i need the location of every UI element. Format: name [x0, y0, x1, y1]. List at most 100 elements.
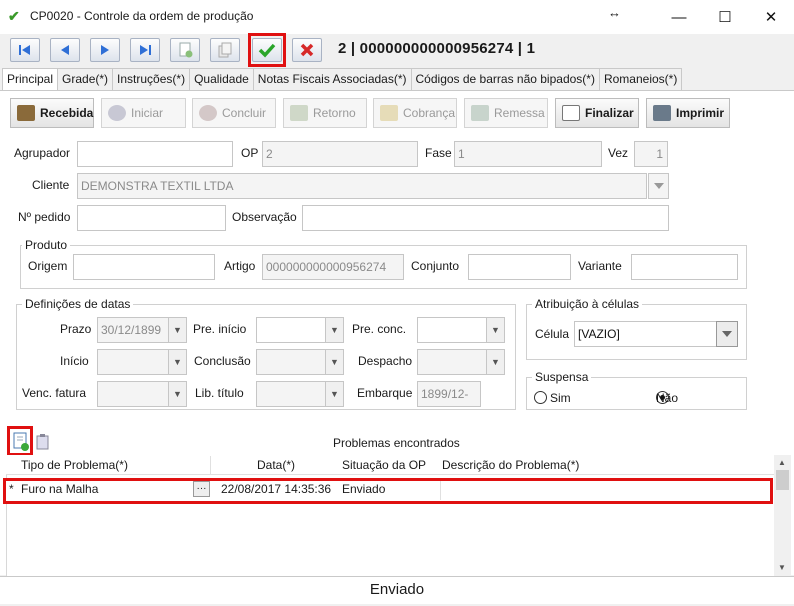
new-record-button[interactable] [170, 38, 200, 62]
celula-combo[interactable]: [VAZIO] [574, 321, 717, 347]
printer-icon [653, 105, 671, 121]
suspensa-group-title: Suspensa [532, 370, 592, 384]
fase-label: Fase [425, 146, 452, 160]
remessa-button[interactable]: Remessa [464, 98, 548, 128]
scroll-up-icon[interactable]: ▲ [778, 458, 786, 467]
variante-field[interactable] [631, 254, 738, 280]
tab-qualidade[interactable]: Qualidade [189, 68, 254, 90]
first-record-button[interactable] [10, 38, 40, 62]
finalizar-label: Finalizar [585, 106, 634, 120]
op-field[interactable]: 2 [262, 141, 418, 167]
add-problem-button[interactable] [12, 432, 30, 452]
scroll-thumb[interactable] [776, 470, 789, 490]
tipo-lookup-button[interactable]: ··· [193, 481, 210, 497]
pedido-field[interactable] [77, 205, 226, 231]
datas-group-title: Definições de datas [22, 297, 134, 311]
pre-conc-label: Pre. conc. [352, 322, 407, 336]
lib-titulo-date[interactable]: ▼ [256, 381, 344, 407]
add-document-icon [13, 432, 29, 451]
prazo-label: Prazo [60, 322, 92, 336]
suspensa-sim-radio[interactable] [534, 391, 547, 404]
col-tipo-problema[interactable]: Tipo de Problema(*) [21, 458, 128, 472]
remessa-label: Remessa [494, 106, 545, 120]
tab-instrucoes[interactable]: Instruções(*) [112, 68, 191, 90]
celula-dropdown-button[interactable] [716, 321, 738, 347]
embarque-field[interactable]: 1899/12- [417, 381, 481, 407]
finalizar-button[interactable]: Finalizar [555, 98, 639, 128]
inicio-date[interactable]: ▼ [97, 349, 187, 375]
tab-notas-fiscais[interactable]: Notas Fiscais Associadas(*) [252, 68, 412, 90]
origem-label: Origem [28, 259, 68, 273]
observacao-field[interactable] [302, 205, 669, 231]
grid-scrollbar[interactable]: ▲ ▼ [774, 455, 791, 577]
problemas-title: Problemas encontrados [333, 436, 460, 450]
previous-record-button[interactable] [50, 38, 80, 62]
copy-record-button[interactable] [210, 38, 240, 62]
conjunto-field[interactable] [468, 254, 571, 280]
retorno-button[interactable]: Retorno [283, 98, 367, 128]
last-record-button[interactable] [130, 38, 160, 62]
embarque-label: Embarque [357, 386, 413, 400]
resize-icon[interactable]: ↔ [608, 5, 621, 20]
tab-principal[interactable]: Principal [2, 68, 59, 91]
pedido-label: Nº pedido [18, 210, 71, 224]
next-record-button[interactable] [90, 38, 120, 62]
agrupador-field[interactable] [77, 141, 233, 167]
problem-history-button[interactable] [35, 433, 51, 451]
fase-field[interactable]: 1 [454, 141, 602, 167]
imprimir-button[interactable]: Imprimir [646, 98, 730, 128]
maximize-button[interactable]: ☐ [702, 4, 748, 30]
suspensa-nao-label[interactable]: Não [656, 391, 678, 405]
col-divider [210, 456, 211, 474]
chevron-down-icon: ▼ [168, 382, 186, 406]
clock-icon [108, 105, 126, 121]
cliente-field[interactable]: DEMONSTRA TEXTIL LTDA [77, 173, 647, 199]
imprimir-label: Imprimir [676, 106, 725, 120]
vez-label: Vez [608, 146, 629, 160]
cobranca-label: Cobrança [403, 106, 456, 120]
tab-codigos-barras[interactable]: Códigos de barras não bipados(*) [410, 68, 600, 90]
recebida-button[interactable]: Recebida [10, 98, 94, 128]
chevron-down-icon: ▼ [168, 318, 186, 342]
iniciar-button[interactable]: Iniciar [101, 98, 186, 128]
conclusao-date[interactable]: ▼ [256, 349, 344, 375]
venc-fatura-date[interactable]: ▼ [97, 381, 187, 407]
cell-data[interactable]: 22/08/2017 14:35:36 [221, 482, 331, 496]
conjunto-label: Conjunto [411, 259, 460, 273]
cobranca-button[interactable]: Cobrança [373, 98, 457, 128]
close-button[interactable]: ✕ [748, 4, 794, 30]
despacho-date[interactable]: ▼ [417, 349, 505, 375]
cliente-label: Cliente [32, 178, 70, 192]
first-icon [19, 45, 30, 55]
confirm-button[interactable] [252, 38, 282, 62]
cell-situacao[interactable]: Enviado [342, 482, 385, 496]
artigo-field[interactable]: 000000000000956274 [262, 254, 404, 280]
minimize-button[interactable]: — [656, 4, 702, 30]
cancel-button[interactable] [292, 38, 322, 62]
concluir-button[interactable]: Concluir [192, 98, 276, 128]
chevron-down-icon: ▼ [486, 350, 504, 374]
col-situacao[interactable]: Situação da OP [342, 458, 426, 472]
vez-field[interactable]: 1 [634, 141, 668, 167]
origem-field[interactable] [73, 254, 215, 280]
cell-descricao[interactable] [440, 480, 774, 500]
venc-fatura-label: Venc. fatura [22, 386, 87, 400]
col-data[interactable]: Data(*) [257, 458, 295, 472]
conclusao-label: Conclusão [194, 354, 251, 368]
variante-label: Variante [578, 259, 622, 273]
tab-romaneios[interactable]: Romaneios(*) [598, 68, 683, 90]
scroll-down-icon[interactable]: ▼ [778, 563, 786, 572]
observacao-label: Observação [232, 210, 297, 224]
pre-conc-date[interactable]: ▼ [417, 317, 505, 343]
suspensa-sim-label[interactable]: Sim [550, 391, 571, 405]
tab-grade[interactable]: Grade(*) [57, 68, 114, 90]
produto-group-title: Produto [22, 238, 71, 252]
cell-tipo-problema[interactable]: Furo na Malha [21, 482, 98, 496]
record-indicator: 2 | 000000000000956274 | 1 [338, 40, 536, 57]
chevron-down-icon [653, 183, 664, 189]
pre-inicio-date[interactable]: ▼ [256, 317, 344, 343]
cliente-dropdown-button[interactable] [648, 173, 669, 199]
col-descricao[interactable]: Descrição do Problema(*) [442, 458, 579, 472]
prazo-date[interactable]: 30/12/1899 ▼ [97, 317, 187, 343]
copy-icon [218, 42, 232, 58]
